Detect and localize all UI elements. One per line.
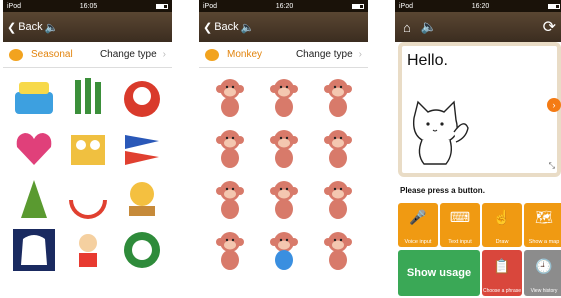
draw-hand-icon: ☝ xyxy=(493,209,511,225)
sticker-sports-day[interactable] xyxy=(65,227,111,273)
nav-bar: ⌂ 🔈 ⟳ xyxy=(395,12,561,42)
category-indicator: Seasonal xyxy=(9,48,73,61)
sticker-daruma[interactable] xyxy=(119,74,165,120)
back-label: Back xyxy=(214,21,239,33)
keyboard-icon: ⌨ xyxy=(449,209,471,225)
carrier-label: iPod xyxy=(399,2,414,10)
sticker-grid xyxy=(3,68,172,274)
battery-icon xyxy=(351,3,364,9)
phone-screen-main: iPod 16:20 ⌂ 🔈 ⟳ Hello. › ⤡ Please press… xyxy=(395,0,561,298)
change-type-button[interactable]: Change type › xyxy=(296,49,362,60)
sticker-koinobori[interactable] xyxy=(119,125,165,171)
home-icon[interactable]: ⌂ xyxy=(403,20,411,35)
nav-bar: ❮ Back 🔈 xyxy=(3,12,172,42)
nav-bar: ❮ Back 🔈 xyxy=(199,12,368,42)
carrier-label: iPod xyxy=(7,2,22,10)
sticker-monkey-04[interactable] xyxy=(207,125,253,171)
status-bar: iPod 16:20 xyxy=(199,0,368,12)
sticker-monkey-12[interactable] xyxy=(315,227,361,273)
chevron-right-icon: › xyxy=(358,49,362,60)
input-buttons-row: 🎤 Voice input ⌨ Text input ☝ Draw 🗺 Show a map xyxy=(398,203,561,247)
sticker-watermelon[interactable] xyxy=(65,176,111,222)
type-bar: Seasonal Change type › xyxy=(3,42,172,68)
back-button[interactable]: ❮ Back 🔈 xyxy=(203,21,254,34)
sticker-birthday-cake[interactable] xyxy=(11,74,57,120)
chevron-left-icon: ❮ xyxy=(7,21,17,34)
back-label: Back xyxy=(18,21,43,33)
next-arrow-button[interactable]: › xyxy=(547,98,561,112)
phone-screen-monkey: iPod 16:20 ❮ Back 🔈 Monkey Change type › xyxy=(199,0,368,298)
button-label: Text input xyxy=(448,239,472,245)
button-label: Draw xyxy=(495,239,509,245)
sticker-monkey-06[interactable] xyxy=(315,125,361,171)
speaker-icon: 🔈 xyxy=(240,21,255,34)
text-input-button[interactable]: ⌨ Text input xyxy=(440,203,480,247)
sticker-love-heart[interactable] xyxy=(11,125,57,171)
choose-phrase-label: Choose a phrase xyxy=(482,288,522,294)
clock: 16:05 xyxy=(79,2,98,10)
expand-icon[interactable]: ⤡ xyxy=(549,161,555,171)
category-label: Monkey xyxy=(227,49,263,60)
choose-phrase-button[interactable]: 📋 Choose a phrase xyxy=(482,250,522,296)
sticker-hina-dolls[interactable] xyxy=(65,125,111,171)
draw-button[interactable]: ☝ Draw xyxy=(482,203,522,247)
sticker-monkey-03[interactable] xyxy=(315,74,361,120)
map-icon: 🗺 xyxy=(535,209,553,225)
prompt-text: Please press a button. xyxy=(400,186,485,195)
clock: 16:20 xyxy=(471,2,490,10)
change-type-label: Change type xyxy=(99,49,157,60)
carrier-label: iPod xyxy=(203,2,218,10)
show-a-map-button[interactable]: 🗺 Show a map xyxy=(524,203,561,247)
sticker-monkey-09[interactable] xyxy=(315,176,361,222)
sticker-christmas-wreath[interactable] xyxy=(119,227,165,273)
view-history-label: View history xyxy=(530,288,558,294)
clock: 16:20 xyxy=(275,2,294,10)
history-icon: 🕘 xyxy=(535,258,553,274)
cat-illustration xyxy=(412,100,469,165)
status-bar: iPod 16:05 xyxy=(3,0,172,12)
voice-input-button[interactable]: 🎤 Voice input xyxy=(398,203,438,247)
button-label: Show a map xyxy=(528,239,560,245)
show-usage-button[interactable]: Show usage xyxy=(398,250,480,296)
change-type-button[interactable]: Change type › xyxy=(100,49,166,60)
type-bar: Monkey Change type › xyxy=(199,42,368,68)
sticker-monkey-10[interactable] xyxy=(207,227,253,273)
message-board[interactable]: Hello. › ⤡ xyxy=(398,42,561,177)
battery-icon xyxy=(155,3,168,9)
sticker-kadomatsu[interactable] xyxy=(65,74,111,120)
sticker-monkey-11[interactable] xyxy=(261,227,307,273)
sticker-ghost[interactable] xyxy=(11,227,57,273)
chevron-right-icon: › xyxy=(162,49,166,60)
sticker-grid xyxy=(199,68,368,274)
microphone-icon: 🎤 xyxy=(409,209,427,225)
sticker-monkey-05[interactable] xyxy=(261,125,307,171)
speech-bubble-icon xyxy=(205,48,219,61)
category-indicator: Monkey xyxy=(205,48,263,61)
back-button[interactable]: ❮ Back 🔈 xyxy=(7,21,58,34)
rotate-icon[interactable]: ⟳ xyxy=(543,17,556,37)
speech-bubble-icon xyxy=(9,48,23,61)
sticker-monkey-01[interactable] xyxy=(207,74,253,120)
sticker-tsukimi[interactable] xyxy=(119,176,165,222)
sticker-monkey-07[interactable] xyxy=(207,176,253,222)
phrase-list-icon: 📋 xyxy=(493,258,511,274)
sticker-monkey-08[interactable] xyxy=(261,176,307,222)
button-label: Voice input xyxy=(404,239,432,245)
view-history-button[interactable]: 🕘 View history xyxy=(524,250,561,296)
speaker-icon: 🔈 xyxy=(44,21,59,34)
board-text: Hello. xyxy=(407,52,448,69)
change-type-label: Change type xyxy=(295,49,353,60)
bottom-buttons-row: Show usage 📋 Choose a phrase 🕘 View hist… xyxy=(398,250,561,296)
status-bar: iPod 16:20 xyxy=(395,0,561,12)
speaker-icon[interactable]: 🔈 xyxy=(421,19,437,35)
chevron-left-icon: ❮ xyxy=(203,21,213,34)
phone-screen-seasonal: iPod 16:05 ❮ Back 🔈 Seasonal Change type… xyxy=(3,0,172,298)
sticker-monkey-02[interactable] xyxy=(261,74,307,120)
category-label: Seasonal xyxy=(31,49,73,60)
sticker-tanabata[interactable] xyxy=(11,176,57,222)
battery-icon xyxy=(547,3,560,9)
